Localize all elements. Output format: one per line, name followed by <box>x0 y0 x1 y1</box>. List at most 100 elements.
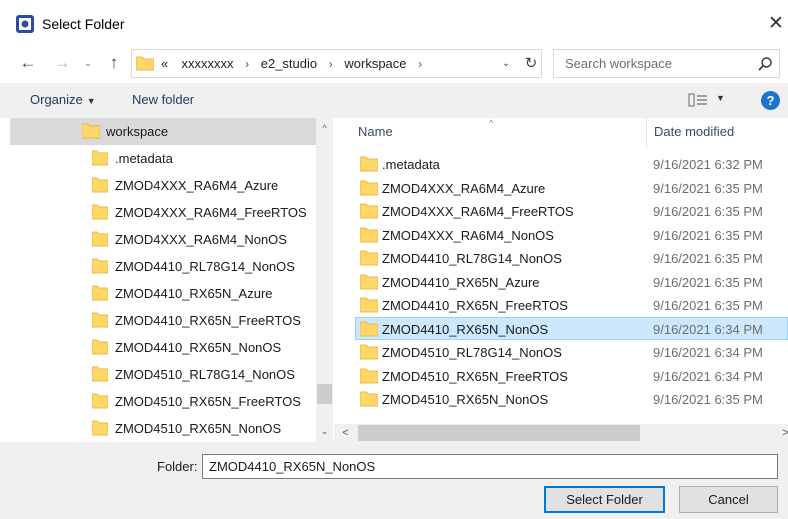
breadcrumb-separator-icon[interactable]: › <box>245 51 249 78</box>
folder-icon <box>360 274 378 289</box>
tree-item-metadata[interactable]: .metadata <box>10 145 316 172</box>
file-row-selected[interactable]: ZMOD4410_RX65N_NonOS 9/16/2021 6:34 PM <box>355 316 788 340</box>
file-row[interactable]: ZMOD4XXX_RA6M4_Azure 9/16/2021 6:35 PM <box>355 176 788 199</box>
tree-item-zmod4410-rl78g14-nonos[interactable]: ZMOD4410_RL78G14_NonOS <box>10 253 316 280</box>
scrollbar-thumb[interactable] <box>317 384 332 404</box>
tree-item-label: ZMOD4XXX_RA6M4_Azure <box>115 178 279 193</box>
file-row[interactable]: ZMOD4XXX_RA6M4_FreeRTOS 9/16/2021 6:35 P… <box>355 199 788 222</box>
file-date: 9/16/2021 6:35 PM <box>653 298 763 313</box>
scroll-left-icon[interactable]: < <box>337 424 354 442</box>
file-date: 9/16/2021 6:35 PM <box>653 392 763 407</box>
folder-icon <box>92 312 108 328</box>
dialog-footer: Folder: Select Folder Cancel <box>0 442 788 519</box>
tree-item-label: ZMOD4510_RX65N_NonOS <box>115 421 282 436</box>
tree-item-zmod4xxx-ra6m4-nonos[interactable]: ZMOD4XXX_RA6M4_NonOS <box>10 226 316 253</box>
search-input[interactable] <box>554 50 750 77</box>
breadcrumb-item-xxxxxxxx[interactable]: xxxxxxxx <box>181 50 233 77</box>
back-arrow-icon[interactable]: ← <box>17 51 39 75</box>
organize-menu-button[interactable]: Organize ▼ <box>30 92 96 107</box>
scrollbar-thumb[interactable] <box>358 425 640 441</box>
tree-item-label: .metadata <box>115 151 173 166</box>
navigation-pane: workspace .metadata ZMOD4XXX_RA6M4_Azure… <box>10 118 333 442</box>
file-date: 9/16/2021 6:35 PM <box>653 251 763 266</box>
folder-icon <box>92 231 108 247</box>
folder-icon <box>360 250 378 266</box>
tree-item-workspace[interactable]: workspace <box>10 118 316 145</box>
folder-icon <box>92 204 108 220</box>
search-box <box>553 49 780 78</box>
navigation-pane-scrollbar[interactable]: ^ ⌄ <box>316 118 333 442</box>
file-name: ZMOD4410_RX65N_NonOS <box>382 321 549 337</box>
app-icon <box>16 15 34 33</box>
view-options-icon[interactable] <box>688 92 708 108</box>
close-icon[interactable]: ✕ <box>764 10 788 38</box>
file-row[interactable]: ZMOD4510_RL78G14_NonOS 9/16/2021 6:34 PM <box>355 340 788 363</box>
file-name: ZMOD4410_RX65N_FreeRTOS <box>382 298 568 313</box>
tree-item-label: ZMOD4410_RL78G14_NonOS <box>115 259 295 274</box>
scroll-down-icon[interactable]: ⌄ <box>316 423 333 440</box>
file-date: 9/16/2021 6:32 PM <box>653 157 763 172</box>
breadcrumb-item-e2-studio[interactable]: e2_studio <box>261 50 317 77</box>
new-folder-button[interactable]: New folder <box>132 92 194 107</box>
title-bar: Select Folder ✕ <box>0 0 788 47</box>
folder-name-field[interactable] <box>202 454 778 479</box>
folder-icon <box>92 366 108 382</box>
up-arrow-icon[interactable]: ↑ <box>103 51 125 75</box>
refresh-icon[interactable]: ↻ <box>521 50 541 77</box>
file-row[interactable]: ZMOD4410_RX65N_FreeRTOS 9/16/2021 6:35 P… <box>355 293 788 316</box>
file-list-horizontal-scrollbar[interactable]: < > <box>334 424 788 442</box>
file-date: 9/16/2021 6:34 PM <box>653 368 763 384</box>
folder-icon <box>360 344 378 360</box>
address-bar[interactable]: « xxxxxxxx › e2_studio › workspace › ⌄ ↻ <box>131 49 542 78</box>
view-dropdown-icon[interactable]: ▼ <box>716 93 725 103</box>
tree-item-zmod4510-rx65n-freertos[interactable]: ZMOD4510_RX65N_FreeRTOS <box>10 388 316 415</box>
folder-icon <box>92 420 108 436</box>
file-row[interactable]: ZMOD4510_RX65N_FreeRTOS 9/16/2021 6:34 P… <box>355 364 788 387</box>
file-name: ZMOD4510_RX65N_FreeRTOS <box>382 368 568 384</box>
command-toolbar: Organize ▼ New folder ▼ ? <box>0 83 788 118</box>
column-divider[interactable] <box>646 118 647 148</box>
organize-caret-icon: ▼ <box>86 96 96 106</box>
tree-item-zmod4xxx-ra6m4-azure[interactable]: ZMOD4XXX_RA6M4_Azure <box>10 172 316 199</box>
tree-item-label: workspace <box>106 124 169 139</box>
recent-locations-chevron-icon[interactable]: ⌄ <box>80 51 96 75</box>
file-row[interactable]: .metadata 9/16/2021 6:32 PM <box>355 152 788 175</box>
breadcrumb-overflow[interactable]: « <box>161 50 168 77</box>
tree-item-zmod4410-rx65n-azure[interactable]: ZMOD4410_RX65N_Azure <box>10 280 316 307</box>
tree-item-label: ZMOD4XXX_RA6M4_NonOS <box>115 232 287 247</box>
search-icon[interactable] <box>757 56 773 72</box>
folder-icon <box>92 285 108 301</box>
select-folder-button[interactable]: Select Folder <box>544 486 665 513</box>
file-name: ZMOD4510_RL78G14_NonOS <box>382 345 562 360</box>
breadcrumb-separator-icon[interactable]: › <box>418 51 422 78</box>
folder-icon <box>360 297 378 313</box>
tree-item-zmod4410-rx65n-nonos[interactable]: ZMOD4410_RX65N_NonOS <box>10 334 316 361</box>
file-row[interactable]: ZMOD4510_RX65N_NonOS 9/16/2021 6:35 PM <box>355 387 788 410</box>
breadcrumb-item-workspace[interactable]: workspace <box>344 50 406 77</box>
tree-item-zmod4510-rl78g14-nonos[interactable]: ZMOD4510_RL78G14_NonOS <box>10 361 316 388</box>
tree-item-label: ZMOD4410_RX65N_NonOS <box>115 340 282 355</box>
column-header-name[interactable]: Name <box>358 118 393 146</box>
file-list-pane: ^ Name Date modified .metadata 9/16/2021… <box>334 118 788 442</box>
cancel-button[interactable]: Cancel <box>679 486 778 513</box>
folder-icon <box>360 227 378 242</box>
scroll-right-icon[interactable]: > <box>777 424 788 442</box>
help-icon[interactable]: ? <box>761 91 780 110</box>
tree-item-zmod4xxx-ra6m4-freertos[interactable]: ZMOD4XXX_RA6M4_FreeRTOS <box>10 199 316 226</box>
column-header-date-modified[interactable]: Date modified <box>654 118 734 146</box>
tree-item-zmod4410-rx65n-freertos[interactable]: ZMOD4410_RX65N_FreeRTOS <box>10 307 316 334</box>
file-row[interactable]: ZMOD4410_RX65N_Azure 9/16/2021 6:35 PM <box>355 270 788 293</box>
folder-icon <box>92 393 108 409</box>
folder-icon <box>360 368 378 383</box>
file-date: 9/16/2021 6:34 PM <box>653 345 763 360</box>
file-name: ZMOD4410_RL78G14_NonOS <box>382 251 562 266</box>
forward-arrow-icon[interactable]: → <box>51 51 73 75</box>
file-row[interactable]: ZMOD4XXX_RA6M4_NonOS 9/16/2021 6:35 PM <box>355 223 788 246</box>
file-row[interactable]: ZMOD4410_RL78G14_NonOS 9/16/2021 6:35 PM <box>355 246 788 269</box>
tree-item-zmod4510-rx65n-nonos[interactable]: ZMOD4510_RX65N_NonOS <box>10 415 316 442</box>
folder-icon <box>360 391 378 407</box>
scroll-up-icon[interactable]: ^ <box>316 120 333 137</box>
breadcrumb-separator-icon[interactable]: › <box>329 51 333 78</box>
address-dropdown-icon[interactable]: ⌄ <box>496 50 516 77</box>
folder-icon <box>360 180 378 195</box>
